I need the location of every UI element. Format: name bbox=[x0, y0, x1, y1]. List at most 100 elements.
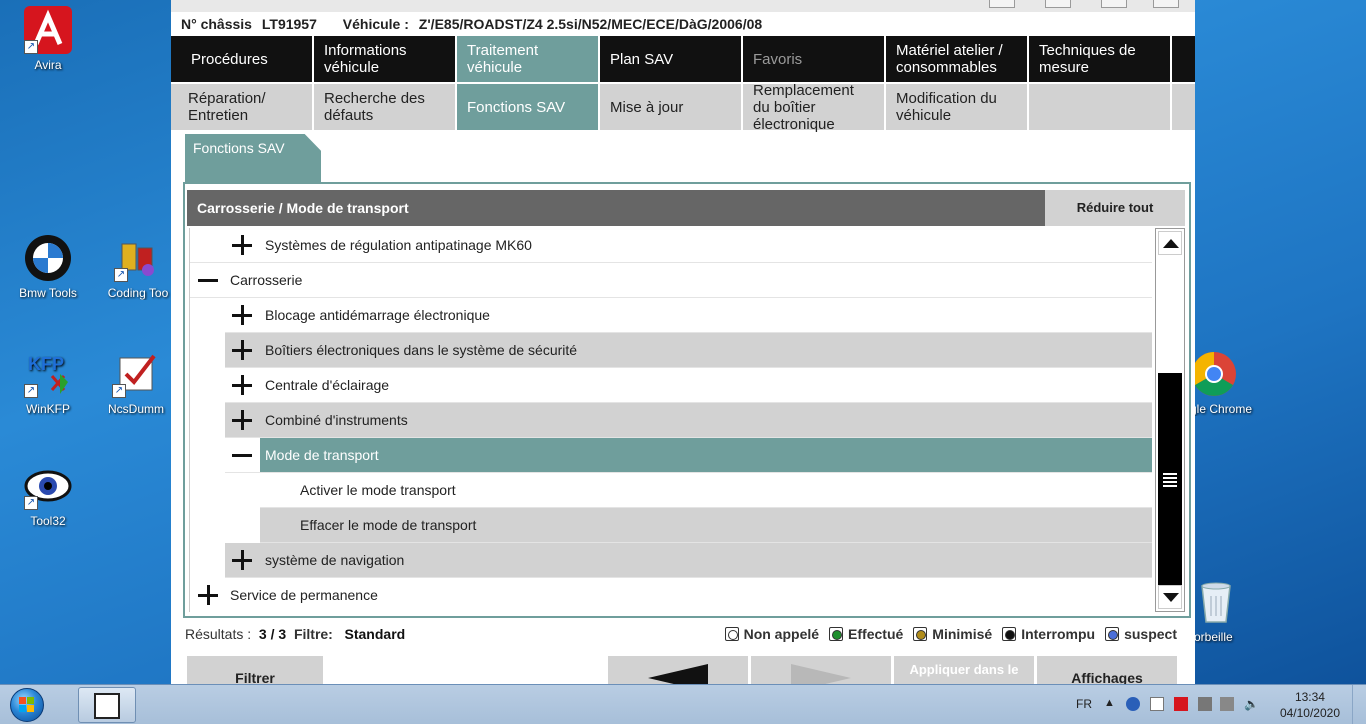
expand-icon[interactable] bbox=[230, 228, 254, 263]
tab-plan-sav[interactable]: Plan SAV bbox=[600, 36, 743, 82]
legend-label: Effectué bbox=[848, 626, 904, 642]
tree-row-systemes-regulation[interactable]: Systèmes de régulation antipatinage MK60 bbox=[190, 228, 1152, 263]
bluetooth-icon[interactable] bbox=[1126, 697, 1140, 711]
results-label: Résultats : bbox=[185, 626, 252, 642]
clock-time: 13:34 bbox=[1294, 690, 1325, 704]
collapse-icon[interactable] bbox=[196, 263, 220, 298]
usb-icon[interactable] bbox=[1198, 697, 1212, 711]
desktop-icon-recycle-bin[interactable]: orbeille bbox=[1194, 578, 1266, 644]
desktop-icon-avira[interactable]: ↗ Avira bbox=[4, 6, 92, 72]
results-value: 3 / 3 bbox=[258, 626, 287, 642]
taskbar-app-button[interactable] bbox=[78, 687, 136, 723]
legend-item: Effectué bbox=[829, 626, 903, 642]
toolbar-button[interactable] bbox=[989, 0, 1015, 8]
functions-panel: Carrosserie / Mode de transport Réduire … bbox=[183, 182, 1191, 618]
tree-scrollbar[interactable] bbox=[1155, 228, 1185, 612]
tab-favoris[interactable]: Favoris bbox=[743, 36, 886, 82]
app-window: N° châssis LT91957 Véhicule : Z'/E85/ROA… bbox=[171, 0, 1195, 684]
tree-row-mode-transport-toggle[interactable] bbox=[225, 438, 260, 473]
desktop-icon-label: Tool32 bbox=[30, 514, 66, 528]
tab-materiel-atelier[interactable]: Matériel atelier / consommables bbox=[886, 36, 1029, 82]
scroll-up-icon[interactable] bbox=[1158, 231, 1182, 255]
status-dot-icon bbox=[1002, 627, 1017, 641]
tree-row-activer-mode-transport[interactable]: Activer le mode transport bbox=[260, 473, 1152, 508]
collapse-all-button[interactable]: Réduire tout bbox=[1045, 190, 1185, 226]
desktop-icon-bmw-tools[interactable]: Bmw Tools bbox=[4, 234, 92, 300]
tab-remplacement-boitier[interactable]: Remplacement du boîtier électronique bbox=[743, 82, 886, 133]
filter-button[interactable]: Filtrer bbox=[187, 656, 323, 684]
tree-row-label: Mode de transport bbox=[265, 447, 379, 463]
display-button[interactable]: Affichages bbox=[1037, 656, 1177, 684]
window-top-bar bbox=[171, 0, 1195, 12]
subtab-fonctions-sav[interactable]: Fonctions SAV bbox=[185, 134, 321, 182]
clock[interactable]: 13:34 04/10/2020 bbox=[1280, 689, 1340, 721]
show-desktop-button[interactable] bbox=[1352, 685, 1366, 724]
bmw-logo-icon bbox=[24, 234, 72, 282]
scroll-thumb[interactable] bbox=[1158, 373, 1182, 585]
sub-navigation: Réparation/ Entretien Recherche des défa… bbox=[171, 82, 1195, 133]
tab-informations-vehicule[interactable]: Informations véhicule bbox=[314, 36, 457, 82]
expand-icon[interactable] bbox=[230, 543, 254, 578]
close-icon[interactable] bbox=[1153, 0, 1179, 8]
tree-row-systeme-navigation[interactable]: système de navigation bbox=[225, 543, 1152, 578]
system-tray: FR ▲ 🔈 13:34 04/10/2020 bbox=[1056, 685, 1366, 724]
tab-techniques-mesure[interactable]: Techniques de mesure bbox=[1029, 36, 1172, 82]
tree-row-combine-instruments[interactable]: Combiné d'instruments bbox=[225, 403, 1152, 438]
tab-fonctions-sav[interactable]: Fonctions SAV bbox=[457, 84, 600, 130]
expand-icon[interactable] bbox=[230, 368, 254, 403]
tab-recherche-defauts[interactable]: Recherche des défauts bbox=[314, 84, 457, 130]
tree-row-label: Effacer le mode de transport bbox=[300, 517, 477, 533]
start-button[interactable] bbox=[4, 686, 50, 724]
tree-row-centrale-eclairage[interactable]: Centrale d'éclairage bbox=[225, 368, 1152, 403]
tree-row-effacer-mode-transport[interactable]: Effacer le mode de transport bbox=[260, 508, 1152, 543]
action-center-icon[interactable] bbox=[1150, 697, 1164, 711]
collapse-icon[interactable] bbox=[230, 438, 254, 473]
status-legend: Non appelé Effectué Minimisé Interrompu … bbox=[724, 626, 1177, 642]
tab-traitement-vehicule[interactable]: Traitement véhicule bbox=[457, 36, 600, 82]
expand-icon[interactable] bbox=[230, 403, 254, 438]
tab-procedures[interactable]: Procédures bbox=[171, 36, 314, 82]
avira-tray-icon[interactable] bbox=[1174, 697, 1188, 711]
function-tree: Systèmes de régulation antipatinage MK60… bbox=[189, 228, 1152, 612]
coding-tool-icon: ↗ bbox=[114, 234, 162, 282]
tab-empty bbox=[1029, 84, 1172, 130]
tree-row-label: Carrosserie bbox=[230, 272, 303, 288]
tree-row-carrosserie[interactable]: Carrosserie bbox=[190, 263, 1152, 298]
recycle-bin-icon bbox=[1196, 578, 1236, 626]
legend-item: Interrompu bbox=[1002, 626, 1095, 642]
scroll-down-icon[interactable] bbox=[1158, 585, 1182, 609]
apply-button[interactable]: Appliquer dans le bbox=[894, 656, 1034, 684]
show-hidden-icons-icon[interactable]: ▲ bbox=[1104, 697, 1118, 711]
toolbar-button[interactable] bbox=[1101, 0, 1127, 8]
tab-mise-a-jour[interactable]: Mise à jour bbox=[600, 84, 743, 130]
desktop-icon-chrome[interactable]: gle Chrome bbox=[1190, 350, 1266, 416]
network-icon[interactable] bbox=[1220, 697, 1234, 711]
tab-reparation-entretien[interactable]: Réparation/ Entretien bbox=[171, 84, 314, 130]
tree-row-service-permanence[interactable]: Service de permanence bbox=[190, 578, 1152, 612]
taskbar: FR ▲ 🔈 13:34 04/10/2020 bbox=[0, 684, 1366, 724]
desktop-icon-coding-tool[interactable]: ↗ Coding Too bbox=[100, 234, 176, 300]
windows-logo-icon bbox=[19, 697, 35, 713]
next-button[interactable] bbox=[751, 656, 891, 684]
volume-icon[interactable]: 🔈 bbox=[1244, 697, 1259, 711]
svg-text:KFP: KFP bbox=[28, 354, 64, 374]
desktop-icon-tool32[interactable]: ↗ Tool32 bbox=[4, 462, 92, 528]
winkfp-icon: KFP ↗ bbox=[24, 350, 72, 398]
desktop-icon-label: Avira bbox=[34, 58, 62, 72]
language-indicator[interactable]: FR bbox=[1076, 697, 1092, 711]
expand-icon[interactable] bbox=[230, 333, 254, 368]
expand-icon[interactable] bbox=[196, 578, 220, 612]
tree-row-blocage-antidemarrage[interactable]: Blocage antidémarrage électronique bbox=[225, 298, 1152, 333]
settings-icon[interactable] bbox=[1045, 0, 1071, 8]
legend-item: Non appelé bbox=[724, 626, 819, 642]
tab-modification-vehicule[interactable]: Modification du véhicule bbox=[886, 84, 1029, 130]
previous-button[interactable] bbox=[608, 656, 748, 684]
panel-title: Carrosserie / Mode de transport bbox=[197, 200, 409, 216]
expand-icon[interactable] bbox=[230, 298, 254, 333]
tree-row-boitiers-securite[interactable]: Boîtiers électroniques dans le système d… bbox=[225, 333, 1152, 368]
tree-row-mode-transport[interactable]: Mode de transport bbox=[260, 438, 1152, 473]
desktop-icon-ncsdummy[interactable]: ↗ NcsDumm bbox=[96, 350, 176, 416]
legend-item: suspect bbox=[1105, 626, 1177, 642]
desktop-icon-winkfp[interactable]: KFP ↗ WinKFP bbox=[4, 350, 92, 416]
panel-header: Carrosserie / Mode de transport Réduire … bbox=[187, 190, 1185, 226]
